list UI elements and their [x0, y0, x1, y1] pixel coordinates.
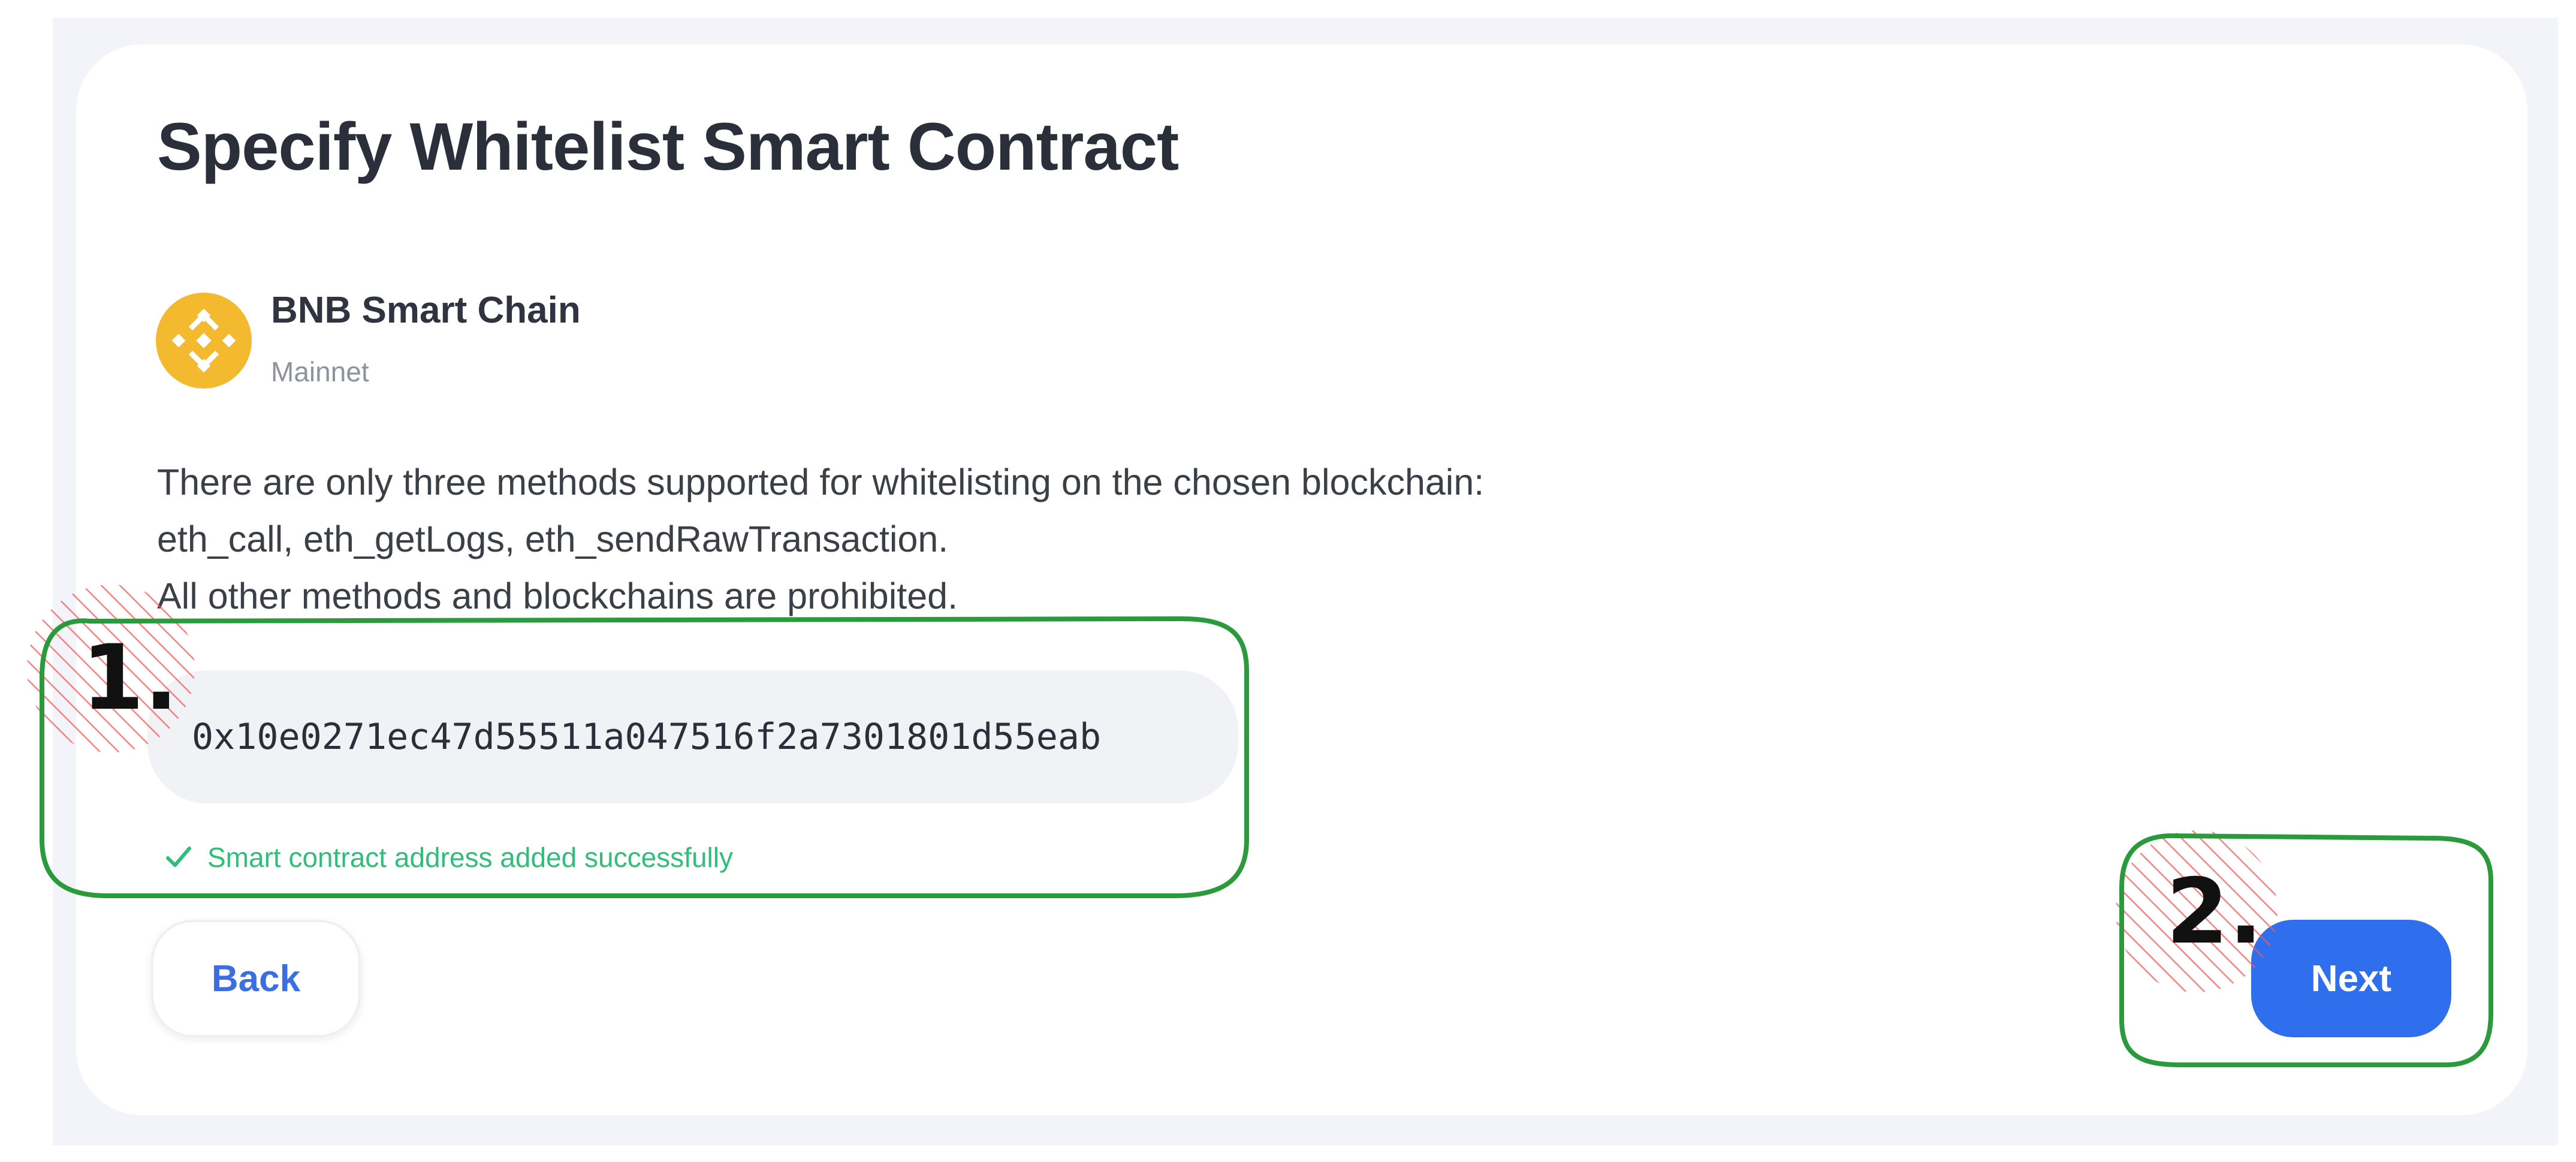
- page-title: Specify Whitelist Smart Contract: [157, 109, 1179, 184]
- chain-network: Mainnet: [271, 356, 369, 387]
- bnb-logo-icon: [156, 293, 252, 389]
- back-button[interactable]: Back: [151, 920, 361, 1037]
- check-icon: [166, 847, 191, 867]
- contract-address-input[interactable]: [147, 670, 1238, 803]
- chain-name: BNB Smart Chain: [271, 290, 581, 331]
- methods-description: There are only three methods supported f…: [157, 454, 1484, 625]
- step2-label: 2.: [2166, 860, 2263, 964]
- description-line: All other methods and blockchains are pr…: [157, 576, 958, 616]
- success-message: Smart contract address added successfull…: [163, 838, 733, 877]
- next-button[interactable]: Next: [2251, 920, 2451, 1037]
- description-line: eth_call, eth_getLogs, eth_sendRawTransa…: [157, 519, 949, 559]
- description-line: There are only three methods supported f…: [157, 462, 1485, 502]
- step1-label: 1.: [82, 626, 179, 730]
- success-text: Smart contract address added successfull…: [207, 842, 733, 873]
